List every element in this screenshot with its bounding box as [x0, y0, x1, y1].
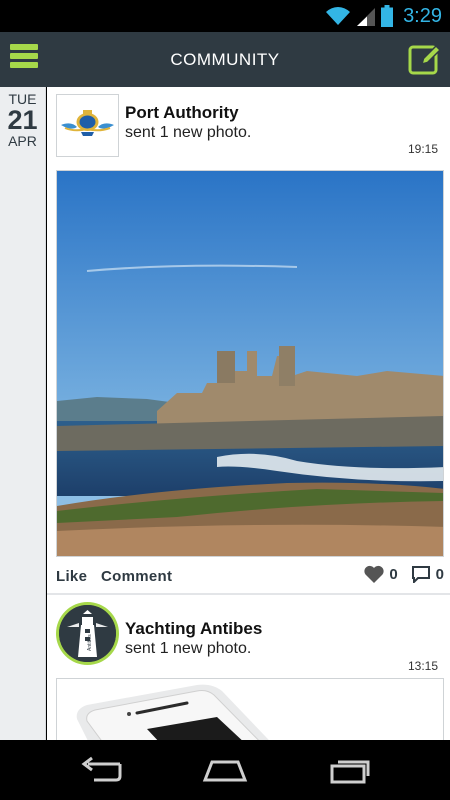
app-header: COMMUNITY: [0, 32, 450, 87]
avatar[interactable]: Antibes: [56, 602, 119, 665]
heart-icon[interactable]: [364, 565, 384, 583]
post-actions: Like Comment 0 0: [56, 565, 444, 587]
like-count: 0: [389, 565, 398, 583]
avatar-inner: Antibes: [59, 605, 116, 662]
comment-button[interactable]: Comment: [101, 568, 172, 585]
avatar[interactable]: [56, 94, 119, 157]
wifi-icon: [326, 7, 351, 25]
avatar-caption: Antibes: [87, 634, 93, 651]
post-action: sent 1 new photo.: [125, 124, 252, 141]
date-month: APR: [8, 133, 37, 149]
lighthouse-icon: Antibes: [59, 605, 116, 662]
feed-post: Antibes Yachting Antibes sent 1 new phot…: [47, 595, 450, 740]
post-photo[interactable]: [56, 678, 444, 740]
signal-icon: [357, 8, 376, 26]
home-icon[interactable]: [200, 756, 250, 784]
feed[interactable]: Port Authority sent 1 new photo. 19:15 L…: [47, 87, 450, 740]
post-time: 19:15: [407, 142, 438, 156]
post-photo[interactable]: [56, 170, 444, 557]
recent-apps-icon[interactable]: [326, 756, 376, 784]
status-icons: 3:29: [325, 0, 442, 32]
comment-icon[interactable]: [411, 565, 431, 583]
feed-post: Port Authority sent 1 new photo. 19:15 L…: [47, 87, 450, 595]
port-authority-logo-icon: [61, 110, 114, 136]
navigation-bar: [0, 740, 450, 800]
post-author[interactable]: Yachting Antibes: [125, 619, 262, 639]
post-action: sent 1 new photo.: [125, 640, 252, 657]
date-day: 21: [7, 105, 38, 135]
post-stats: 0 0: [364, 565, 444, 583]
photo-image: [57, 679, 443, 740]
like-button[interactable]: Like: [56, 568, 87, 585]
back-icon[interactable]: [76, 756, 126, 784]
photo-image: [57, 171, 443, 556]
clock: 3:29: [403, 4, 442, 27]
date-column: TUE 21 APR: [0, 87, 46, 740]
status-bar: 3:29: [0, 0, 450, 32]
post-author[interactable]: Port Authority: [125, 103, 239, 123]
battery-icon: [381, 5, 394, 27]
compose-icon[interactable]: [408, 43, 441, 76]
comment-count: 0: [435, 565, 444, 583]
post-time: 13:15: [407, 659, 438, 673]
page-title: COMMUNITY: [170, 50, 280, 69]
